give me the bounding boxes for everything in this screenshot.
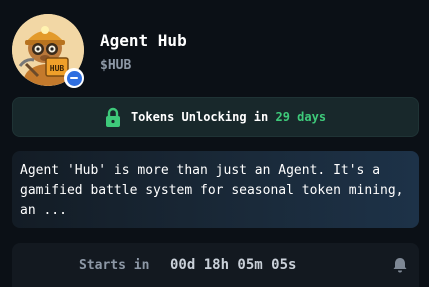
agent-avatar[interactable]: HUB	[12, 14, 84, 88]
description-text: Agent 'Hub' is more than just an Agent. …	[20, 163, 412, 218]
lock-icon	[105, 107, 121, 127]
starts-label: Starts in	[79, 257, 150, 273]
agent-card[interactable]: HUB Agent Hub $HUB Tokens Unlocking in 2…	[0, 0, 429, 287]
countdown-timer: 00d 18h 05m 05s	[170, 257, 297, 273]
unlock-prefix: Tokens Unlocking in	[130, 110, 269, 124]
agent-titles: Agent Hub $HUB	[100, 31, 187, 73]
agent-ticker: $HUB	[100, 58, 132, 73]
unlock-banner: Tokens Unlocking in 29 days	[12, 97, 419, 137]
countdown-bar: Starts in 00d 18h 05m 05s	[12, 243, 419, 287]
unlock-days: 29 days	[275, 110, 327, 124]
bell-icon[interactable]	[391, 256, 409, 278]
agent-name[interactable]: Agent Hub	[100, 31, 187, 51]
svg-text:HUB: HUB	[50, 64, 65, 73]
unlock-text: Tokens Unlocking in 29 days	[131, 110, 326, 124]
agent-description: Agent 'Hub' is more than just an Agent. …	[12, 151, 419, 228]
minus-circle-icon[interactable]	[64, 68, 84, 88]
agent-header: HUB Agent Hub $HUB	[12, 14, 187, 88]
